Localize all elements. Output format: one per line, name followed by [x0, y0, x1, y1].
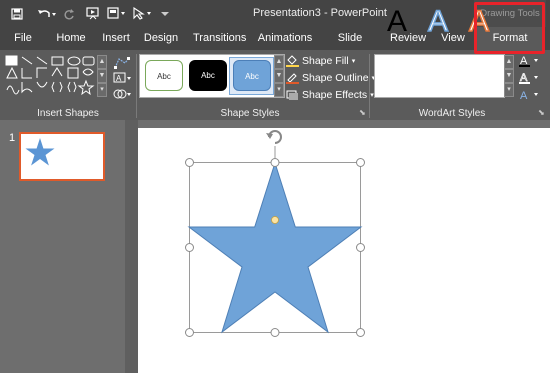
slide-thumbnail-pane: 1 [0, 120, 125, 373]
shape-fill-dropdown-icon[interactable]: ▾ [352, 57, 356, 65]
wordart-style-black[interactable]: A [377, 4, 417, 40]
customize-qat-icon[interactable] [160, 5, 170, 22]
group-divider [369, 54, 370, 118]
insert-shapes-gallery[interactable] [4, 54, 108, 100]
tab-home[interactable]: Home [53, 27, 89, 50]
window-title: Presentation3 - PowerPoint [253, 7, 387, 19]
gallery-down-icon[interactable]: ▼ [97, 69, 107, 83]
shape-style-thumb-dark[interactable]: Abc [189, 60, 227, 91]
group-label-wordart-styles: WordArt Styles [418, 108, 486, 119]
wordart-dialog-launcher-icon[interactable]: ⬊ [538, 108, 545, 117]
start-from-beginning-icon[interactable] [85, 5, 101, 22]
tab-insert[interactable]: Insert [100, 27, 132, 50]
tab-slide-show[interactable]: Slide Show [325, 27, 375, 67]
shape-style-thumb-blue[interactable]: Abc [233, 60, 271, 91]
wordart-styles-gallery [374, 54, 505, 98]
wordart-scroll[interactable]: ▲ ▼ ▾ [504, 55, 514, 97]
wordart-more-icon[interactable]: ▾ [504, 83, 514, 97]
text-effects-icon[interactable]: A [518, 88, 548, 102]
styles-down-icon[interactable]: ▼ [274, 69, 284, 83]
redo-icon[interactable] [62, 5, 76, 22]
edit-shape-icon[interactable] [113, 56, 133, 70]
gallery-more-icon[interactable]: ▾ [97, 83, 107, 97]
text-box-icon[interactable]: A [113, 72, 133, 84]
pencil-icon [286, 72, 299, 84]
rotate-handle-icon[interactable] [266, 130, 282, 144]
group-divider [136, 54, 137, 118]
star-shape[interactable] [187, 161, 363, 334]
styles-up-icon[interactable]: ▲ [274, 55, 284, 69]
shape-effects-button[interactable]: Shape Effects ▾ [286, 88, 374, 102]
shapes-gallery-scroll[interactable]: ▲ ▼ ▾ [97, 55, 107, 97]
wordart-down-icon[interactable]: ▼ [504, 69, 514, 83]
pane-divider[interactable] [125, 120, 138, 373]
styles-more-icon[interactable]: ▾ [274, 83, 284, 97]
tab-animations[interactable]: Animations [257, 27, 313, 50]
text-outline-icon[interactable]: A [518, 71, 548, 85]
svg-text:A: A [116, 74, 122, 83]
wordart-style-blue-outline[interactable]: A [418, 4, 458, 40]
thumbnail-star-icon [25, 138, 55, 166]
shape-styles-dialog-launcher-icon[interactable]: ⬊ [359, 108, 366, 117]
shape-style-thumb-outline[interactable]: Abc [145, 60, 183, 91]
paint-bucket-icon [286, 55, 299, 67]
shapes-gallery-icons [5, 55, 95, 96]
undo-icon[interactable] [36, 5, 58, 22]
insert-image-icon[interactable] [106, 5, 128, 22]
slide-thumbnail[interactable] [19, 132, 105, 181]
gallery-up-icon[interactable]: ▲ [97, 55, 107, 69]
text-fill-icon[interactable]: A [518, 54, 548, 68]
group-label-insert-shapes: Insert Shapes [37, 108, 99, 119]
save-icon[interactable] [9, 5, 25, 22]
select-pointer-icon[interactable] [131, 5, 155, 22]
shape-fill-button[interactable]: Shape Fill ▾ [286, 54, 355, 68]
slide-number: 1 [9, 132, 16, 144]
wordart-up-icon[interactable]: ▲ [504, 55, 514, 69]
merge-shapes-icon[interactable] [113, 88, 133, 100]
shape-styles-scroll[interactable]: ▲ ▼ ▾ [274, 55, 284, 97]
star-shape-selection[interactable] [180, 124, 380, 344]
tab-file[interactable]: File [9, 27, 37, 50]
format-tab-highlight [474, 2, 545, 54]
tab-transitions[interactable]: Transitions [193, 27, 246, 50]
adjustment-handle[interactable] [271, 216, 279, 224]
group-label-shape-styles: Shape Styles [220, 108, 280, 119]
tab-design[interactable]: Design [143, 27, 179, 50]
svg-text:A: A [520, 90, 528, 102]
shape-outline-button[interactable]: Shape Outline ▾ [286, 71, 375, 85]
shape-effects-icon [286, 89, 299, 101]
